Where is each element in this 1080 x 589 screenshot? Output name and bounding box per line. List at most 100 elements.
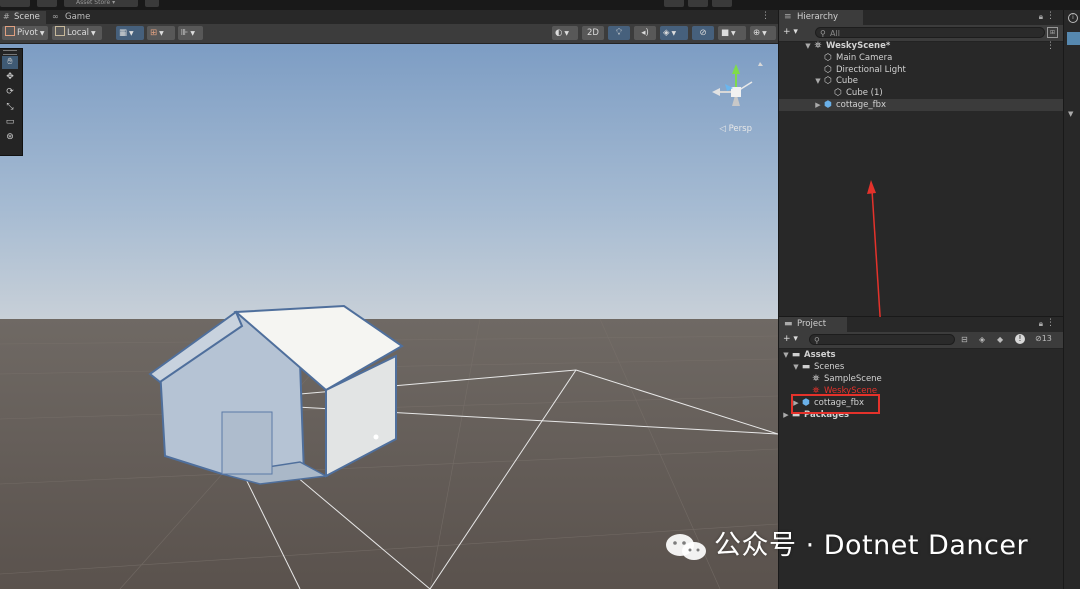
hierarchy-item-weskyscene[interactable]: ▼ ⛯ WeskyScene* [803, 40, 890, 52]
tab-project[interactable]: ▬ Project [779, 317, 847, 332]
lock-icon[interactable]: 🔒︎ [1039, 319, 1043, 329]
local-label: Local [67, 28, 90, 38]
account-button[interactable] [0, 0, 30, 7]
tab-game[interactable]: ∞ Game [48, 11, 109, 24]
toggle-2d-button[interactable]: 2D [582, 26, 604, 40]
chevron-down-icon: ▼ [129, 30, 134, 37]
panel-menu-icon[interactable]: ⋮ [1046, 11, 1055, 21]
search-by-label-icon[interactable]: ◈ [979, 335, 985, 344]
rotate-tool-icon[interactable]: ⟳ [2, 86, 18, 99]
scene-grid-icon: # [3, 12, 10, 21]
skybox [0, 44, 778, 319]
hierarchy-search-input[interactable]: ⚲ All [815, 27, 1045, 38]
hierarchy-item-cottage-fbx[interactable]: ▶ ⬢ cottage_fbx [779, 99, 1063, 111]
panel-menu-icon[interactable]: ⋮ [761, 11, 770, 21]
tab-hierarchy[interactable]: ≡ Hierarchy [779, 10, 863, 25]
lock-icon[interactable]: 🔒︎ [1039, 12, 1043, 22]
scene-panel: # Scene ∞ Game ⋮ Pivot ▼ Local ▼ ▦ ▼ ⊞ ▼ ⊪ ▼ … [0, 10, 778, 589]
hidden-packages-toggle[interactable]: ⊘13 [1035, 334, 1052, 343]
increment-snap-button[interactable]: ⊪ ▼ [178, 26, 203, 40]
prefab-cube-icon: ⬢ [824, 100, 832, 110]
drag-handle[interactable] [3, 50, 17, 55]
audio-toggle-button[interactable]: ◂) [634, 26, 656, 40]
project-item-label: Scenes [814, 362, 845, 372]
cloud-button[interactable] [37, 0, 57, 7]
ruler-icon: ⊪ [181, 28, 189, 38]
chevron-down-icon: ▼ [671, 30, 677, 37]
scale-tool-icon[interactable]: ⤡ [2, 101, 18, 114]
projection-label[interactable]: ◁ Persp [719, 124, 752, 134]
create-dropdown[interactable]: + ▾ [783, 334, 798, 344]
chevron-down-icon: ▼ [762, 30, 767, 37]
asset-store-button[interactable]: Asset Store ▾ [64, 0, 138, 7]
search-by-type-icon[interactable]: ⊟ [961, 335, 968, 344]
hierarchy-item-label: cottage_fbx [836, 100, 887, 110]
history-icon[interactable] [145, 0, 159, 7]
hierarchy-item-cube-1[interactable]: ⬡ Cube (1) [833, 87, 883, 99]
expand-arrow-icon: ▼ [815, 77, 821, 85]
collapse-arrow-icon: ▶ [815, 101, 821, 109]
scene-visibility-button[interactable]: ⊘ [692, 26, 714, 40]
expand-arrow-icon: ▼ [805, 42, 811, 50]
watermark-text: 公众号 · Dotnet Dancer [714, 530, 1029, 561]
effects-dropdown[interactable]: ◈ ▼ [660, 26, 688, 40]
chevron-down-icon: ▼ [731, 30, 736, 37]
info-icon[interactable]: ! [1015, 334, 1025, 344]
info-icon[interactable]: i [1068, 13, 1078, 23]
project-search-input[interactable]: ⚲ [809, 334, 955, 345]
hidden-count: 13 [1041, 334, 1052, 343]
create-dropdown[interactable]: + ▾ [783, 27, 798, 37]
scene-menu-icon[interactable]: ⋮ [1046, 41, 1055, 51]
collapse-arrow-icon: ▼ [1068, 110, 1074, 118]
hierarchy-item-label: Directional Light [836, 65, 906, 75]
lighting-toggle-button[interactable]: 💡︎ [608, 26, 630, 40]
project-item-assets[interactable]: ▼ ▬ Assets [781, 349, 835, 361]
tab-game-label: Game [65, 12, 91, 22]
hand-tool-icon[interactable]: ✋︎ [2, 56, 18, 69]
step-button[interactable] [712, 0, 732, 7]
hierarchy-item-cube[interactable]: ▼ ⬡ Cube [813, 75, 858, 87]
tab-scene[interactable]: # Scene [0, 11, 46, 24]
pause-button[interactable] [688, 0, 708, 7]
hierarchy-item-label: Main Camera [836, 53, 893, 63]
hierarchy-item-label: Cube [836, 76, 858, 86]
search-icon: ⚲ [820, 29, 826, 38]
gameobject-cube-icon: ⬡ [824, 76, 832, 86]
tag-icon[interactable]: ◆ [997, 335, 1003, 344]
scene-render[interactable] [0, 44, 778, 589]
gameobject-cube-icon: ⬡ [834, 88, 842, 98]
grid-snapping-button[interactable]: ▦ ▼ [116, 26, 144, 40]
project-item-scenes[interactable]: ▼ ▬ Scenes [791, 361, 844, 373]
pivot-dropdown[interactable]: Pivot ▼ [2, 26, 48, 40]
chevron-down-icon: ▼ [39, 30, 45, 37]
gamepad-icon: ∞ [52, 12, 59, 21]
folder-open-icon: ▬ [801, 362, 811, 372]
pivot-icon [5, 26, 15, 36]
play-button[interactable] [664, 0, 684, 7]
chevron-down-icon: ▼ [159, 30, 164, 37]
project-item-samplescene[interactable]: ⛯ SampleScene [811, 373, 881, 385]
gizmos-dropdown[interactable]: ⊕ ▼ [750, 26, 776, 40]
draw-mode-dropdown[interactable]: ◐ ▼ [552, 26, 578, 40]
camera-dropdown[interactable]: ■ ▼ [718, 26, 746, 40]
speaker-icon: ◂) [641, 28, 649, 38]
snap-increment-button[interactable]: ⊞ ▼ [147, 26, 175, 40]
hierarchy-title: Hierarchy [797, 12, 839, 22]
scene-tabbar: # Scene ∞ Game ⋮ [0, 10, 778, 24]
panel-menu-icon[interactable]: ⋮ [1046, 318, 1055, 328]
chevron-down-icon: ▼ [91, 30, 96, 37]
rect-tool-icon[interactable]: ▭ [2, 116, 18, 129]
tab-scene-label: Scene [14, 12, 40, 22]
lightbulb-icon: 💡︎ [616, 28, 622, 38]
scene-filter-icon[interactable]: ⊞ [1047, 27, 1058, 38]
transform-tool-icon[interactable]: ⊛ [2, 131, 18, 144]
hierarchy-item-label: Cube (1) [846, 88, 883, 98]
watermark: 公众号 · Dotnet Dancer [664, 526, 1028, 566]
hierarchy-item-main-camera[interactable]: ⬡ Main Camera [823, 52, 892, 64]
layers-icon: ◈ [663, 28, 670, 38]
scene-viewport[interactable]: ◁ Persp [0, 44, 778, 589]
main-toolbar: Asset Store ▾ [0, 0, 1080, 10]
move-tool-icon[interactable]: ✥ [2, 71, 18, 84]
local-dropdown[interactable]: Local ▼ [52, 26, 102, 40]
chevron-down-icon: ▼ [190, 30, 196, 37]
